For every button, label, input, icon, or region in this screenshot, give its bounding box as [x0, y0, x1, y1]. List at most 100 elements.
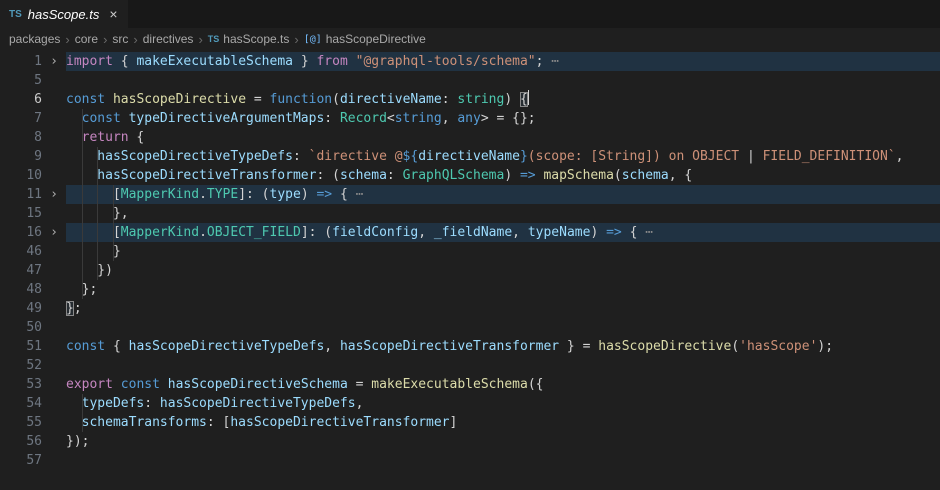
- code-line-57[interactable]: 57: [0, 451, 940, 470]
- line-number: 52: [0, 356, 42, 375]
- breadcrumb-item-hasscopedirective[interactable]: [@]hasScopeDirective: [304, 32, 426, 46]
- code-line-6[interactable]: 6const hasScopeDirective = function(dire…: [0, 90, 940, 109]
- gutter-spacer: [42, 71, 66, 90]
- code-token: typeDirectiveArgumentMaps: [129, 111, 325, 126]
- fold-chevron-icon[interactable]: ›: [42, 185, 66, 204]
- code-line-51[interactable]: 51const { hasScopeDirectiveTypeDefs, has…: [0, 337, 940, 356]
- indent-guide: [97, 204, 98, 223]
- code-line-1[interactable]: 1›import { makeExecutableSchema } from "…: [0, 52, 940, 71]
- indent-guide: [82, 280, 83, 299]
- breadcrumb-item-src[interactable]: src: [112, 32, 128, 46]
- breadcrumb-separator-icon: ›: [65, 32, 69, 47]
- code-text: return {: [66, 128, 940, 147]
- text-cursor: [528, 90, 529, 105]
- code-line-11[interactable]: 11›[MapperKind.TYPE]: (type) => { ⋯: [0, 185, 940, 204]
- code-token: }: [520, 149, 528, 164]
- fold-chevron-icon[interactable]: ›: [42, 52, 66, 71]
- breadcrumb-item-packages[interactable]: packages: [9, 32, 60, 46]
- gutter-spacer: [42, 394, 66, 413]
- code-token: {: [105, 339, 128, 354]
- line-number: 10: [0, 166, 42, 185]
- code-line-8[interactable]: 8return {: [0, 128, 940, 147]
- code-token: schemaTransforms: [82, 415, 207, 430]
- code-token: }: [66, 301, 74, 316]
- indent-guide: [82, 204, 83, 223]
- code-token: (scope: [String]) on OBJECT: [528, 149, 747, 164]
- code-line-48[interactable]: 48};: [0, 280, 940, 299]
- code-text: [66, 451, 940, 470]
- code-text: }): [66, 261, 940, 280]
- code-line-10[interactable]: 10hasScopeDirectiveTransformer: (schema:…: [0, 166, 940, 185]
- indent-guide: [82, 128, 83, 147]
- code-line-56[interactable]: 56});: [0, 432, 940, 451]
- gutter-spacer: [42, 90, 66, 109]
- code-line-54[interactable]: 54typeDefs: hasScopeDirectiveTypeDefs,: [0, 394, 940, 413]
- code-token: OBJECT_FIELD: [207, 225, 301, 240]
- code-line-50[interactable]: 50: [0, 318, 940, 337]
- gutter-spacer: [42, 109, 66, 128]
- code-token: const: [121, 377, 160, 392]
- code-line-46[interactable]: 46}: [0, 242, 940, 261]
- code-token: }): [97, 263, 113, 278]
- code-token: ,: [442, 111, 458, 126]
- code-token: ,: [896, 149, 904, 164]
- code-token: }: [293, 54, 316, 69]
- code-token: .: [199, 187, 207, 202]
- code-token: ,: [324, 339, 340, 354]
- line-number: 57: [0, 451, 42, 470]
- code-token: ,: [356, 396, 364, 411]
- breadcrumb-item-directives[interactable]: directives: [143, 32, 194, 46]
- indent-guide: [82, 394, 83, 413]
- code-token: MapperKind: [121, 187, 199, 202]
- code-token: makeExecutableSchema: [136, 54, 293, 69]
- code-line-9[interactable]: 9hasScopeDirectiveTypeDefs: `directive @…: [0, 147, 940, 166]
- breadcrumb-item-core[interactable]: core: [75, 32, 98, 46]
- code-line-55[interactable]: 55schemaTransforms: [hasScopeDirectiveTr…: [0, 413, 940, 432]
- line-number: 56: [0, 432, 42, 451]
- code-line-47[interactable]: 47}): [0, 261, 940, 280]
- breadcrumb-label: packages: [9, 32, 60, 46]
- breadcrumb-label: core: [75, 32, 98, 46]
- code-token: import: [66, 54, 113, 69]
- indent-guide: [82, 261, 83, 280]
- breadcrumb-label: directives: [143, 32, 194, 46]
- code-token: > = {};: [481, 111, 536, 126]
- code-token: =>: [520, 168, 536, 183]
- code-token: directiveName: [340, 92, 442, 107]
- code-line-53[interactable]: 53export const hasScopeDirectiveSchema =…: [0, 375, 940, 394]
- code-token: ]: (: [301, 225, 332, 240]
- code-token: 'hasScope': [739, 339, 817, 354]
- code-token: from: [316, 54, 347, 69]
- indent-guide: [113, 242, 114, 261]
- gutter-spacer: [42, 375, 66, 394]
- code-line-15[interactable]: 15},: [0, 204, 940, 223]
- tab-hasscope[interactable]: TS hasScope.ts ×: [0, 0, 128, 28]
- code-token: typeName: [528, 225, 591, 240]
- code-line-5[interactable]: 5: [0, 71, 940, 90]
- code-token: function: [270, 92, 333, 107]
- breadcrumb-item-hasscope-ts[interactable]: TShasScope.ts: [208, 32, 290, 46]
- gutter-spacer: [42, 204, 66, 223]
- code-line-49[interactable]: 49};: [0, 299, 940, 318]
- code-line-16[interactable]: 16›[MapperKind.OBJECT_FIELD]: (fieldConf…: [0, 223, 940, 242]
- line-number: 16: [0, 223, 42, 242]
- code-token: GraphQLSchema: [403, 168, 505, 183]
- code-token: hasScopeDirectiveTypeDefs: [129, 339, 325, 354]
- folded-region-ellipsis[interactable]: ⋯: [543, 54, 559, 69]
- code-token: |: [747, 149, 755, 164]
- breadcrumb-label: hasScopeDirective: [326, 32, 426, 46]
- code-line-7[interactable]: 7const typeDirectiveArgumentMaps: Record…: [0, 109, 940, 128]
- line-number: 50: [0, 318, 42, 337]
- code-text: }: [66, 242, 940, 261]
- code-editor[interactable]: 1›import { makeExecutableSchema } from "…: [0, 50, 940, 470]
- fold-chevron-icon[interactable]: ›: [42, 223, 66, 242]
- code-line-52[interactable]: 52: [0, 356, 940, 375]
- code-token: : [: [207, 415, 230, 430]
- folded-region-ellipsis[interactable]: ⋯: [356, 187, 364, 202]
- gutter-spacer: [42, 337, 66, 356]
- folded-region-ellipsis[interactable]: ⋯: [645, 225, 653, 240]
- line-number: 6: [0, 90, 42, 109]
- close-icon[interactable]: ×: [109, 7, 117, 21]
- code-text: hasScopeDirectiveTypeDefs: `directive @$…: [66, 147, 940, 166]
- code-token: {: [129, 130, 145, 145]
